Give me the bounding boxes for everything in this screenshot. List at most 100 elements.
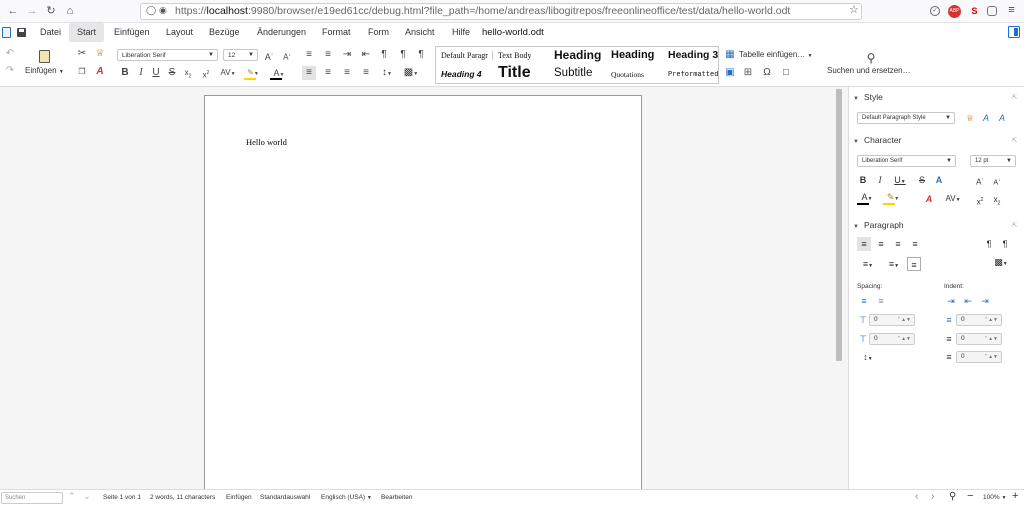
- document-title[interactable]: hello-world.odt: [482, 23, 544, 42]
- menu-datei[interactable]: Datei: [37, 23, 64, 42]
- more-options-icon[interactable]: ⇱: [1012, 94, 1017, 101]
- sidebar-character-spacing-icon[interactable]: AV▼: [942, 192, 964, 206]
- menu-layout[interactable]: Layout: [163, 23, 196, 42]
- font-name-dropdown[interactable]: Liberation Serif ▼: [117, 49, 218, 61]
- line-spacing-icon[interactable]: ↕▼: [857, 350, 879, 364]
- insert-mode[interactable]: Einfügen: [226, 494, 252, 501]
- zoom-search-icon[interactable]: ⚲: [949, 491, 956, 502]
- indent-first-input[interactable]: 0 " ▲▼: [956, 351, 1002, 363]
- insert-image-icon[interactable]: ▣: [723, 66, 737, 80]
- menu-einfuegen[interactable]: Einfügen: [111, 23, 153, 42]
- sidebar-shadow-icon[interactable]: A: [932, 173, 946, 187]
- insert-table-button[interactable]: Tabelle einfügen… ▼: [739, 50, 812, 59]
- clone-formatting-icon[interactable]: ♕: [93, 47, 107, 61]
- bookmark-star-icon[interactable]: ☆: [849, 3, 859, 16]
- style-subtitle[interactable]: Subtitle: [554, 67, 592, 79]
- sidebar-ltr-icon[interactable]: ¶: [982, 237, 996, 251]
- document-page[interactable]: [204, 95, 642, 495]
- menu-hamburger-icon[interactable]: ≡: [1005, 4, 1018, 17]
- sidebar-superscript-icon[interactable]: x2: [973, 193, 987, 207]
- sidebar-highlight-icon[interactable]: ✎▼: [882, 190, 904, 204]
- indent-after-input[interactable]: 0 " ▲▼: [956, 333, 1002, 345]
- sidebar-font-size-dropdown[interactable]: 12 pt ▼: [970, 155, 1016, 167]
- sidebar-background-color-icon[interactable]: ▩▼: [990, 255, 1012, 269]
- grow-font-icon[interactable]: A↑: [262, 48, 276, 62]
- sidebar-align-left-icon[interactable]: ≡: [857, 237, 871, 251]
- menu-format[interactable]: Format: [319, 23, 354, 42]
- sidebar-outline-icon[interactable]: ≡: [907, 257, 921, 271]
- vertical-scrollbar[interactable]: [836, 89, 842, 361]
- search-input[interactable]: Suchen: [1, 492, 63, 504]
- underline-icon[interactable]: U: [149, 66, 163, 80]
- spacing-below-input[interactable]: 0 " ▲▼: [869, 333, 915, 345]
- numbering-icon[interactable]: ≡: [321, 48, 335, 62]
- decrease-indent-icon[interactable]: ⇤: [961, 294, 975, 308]
- more-options-icon[interactable]: ⇱: [1012, 222, 1017, 229]
- sidebar-align-right-icon[interactable]: ≡: [891, 237, 905, 251]
- sidebar-subscript-icon[interactable]: x2: [990, 193, 1004, 207]
- save-icon[interactable]: [17, 28, 26, 37]
- align-left-icon[interactable]: ≡: [302, 66, 316, 80]
- paragraph-section-header[interactable]: ▼ Paragraph: [853, 220, 904, 230]
- character-spacing-icon[interactable]: AV▼: [218, 66, 238, 80]
- align-center-icon[interactable]: ≡: [321, 66, 335, 80]
- insert-comment-icon[interactable]: □: [779, 66, 793, 80]
- extension-s-icon[interactable]: S: [968, 5, 981, 18]
- special-character-icon[interactable]: Ω: [760, 66, 774, 80]
- sidebar-font-color-icon[interactable]: A▼: [856, 190, 878, 204]
- copy-icon[interactable]: ❐: [75, 65, 89, 79]
- background-color-icon[interactable]: ▩▼: [401, 66, 421, 80]
- increase-indent-icon[interactable]: ⇥: [340, 48, 354, 62]
- address-bar[interactable]: https://localhost:9980/browser/e19ed61cc…: [140, 3, 862, 20]
- reload-icon[interactable]: ↻: [43, 3, 59, 19]
- style-default-paragraph[interactable]: Default Paragr: [441, 51, 493, 60]
- bold-icon[interactable]: B: [118, 66, 132, 80]
- sidebar-clear-formatting-icon[interactable]: A: [922, 192, 936, 206]
- increase-spacing-icon[interactable]: ≡: [857, 294, 871, 308]
- sidebar-grow-font-icon[interactable]: A↑: [973, 173, 987, 187]
- subscript-icon[interactable]: x2: [181, 66, 195, 80]
- shrink-font-icon[interactable]: A↓: [280, 48, 294, 62]
- back-icon[interactable]: ←: [5, 3, 21, 19]
- edit-mode[interactable]: Bearbeiten: [381, 494, 412, 501]
- style-text-body[interactable]: Text Body: [498, 51, 531, 60]
- sidebar-bullets-icon[interactable]: ≡▼: [857, 257, 879, 271]
- menu-bezuege[interactable]: Bezüge: [206, 23, 243, 42]
- decrease-spacing-icon[interactable]: ≡: [874, 294, 888, 308]
- search-replace-icon[interactable]: ⚲: [864, 51, 878, 65]
- style-heading-4[interactable]: Heading 4: [441, 69, 482, 79]
- search-replace-button[interactable]: Suchen und ersetzen…: [827, 66, 911, 75]
- sidebar-italic-icon[interactable]: I: [873, 173, 887, 187]
- zoom-in-icon[interactable]: +: [1012, 490, 1018, 502]
- sidebar-numbering-icon[interactable]: ≡▼: [883, 257, 905, 271]
- zoom-level[interactable]: 100% ▼: [983, 494, 1006, 501]
- selection-mode[interactable]: Standardauswahl: [260, 494, 310, 501]
- adblock-icon[interactable]: ABP: [948, 5, 961, 18]
- sidebar-underline-icon[interactable]: U▼: [890, 173, 910, 187]
- search-up-icon[interactable]: ⌃: [68, 491, 76, 502]
- style-title[interactable]: Title: [498, 64, 531, 82]
- character-section-header[interactable]: ▼ Character: [853, 135, 901, 145]
- update-style-icon[interactable]: A: [995, 111, 1009, 125]
- clear-formatting-icon[interactable]: A: [93, 65, 107, 79]
- ltr-paragraph-icon[interactable]: ¶: [396, 48, 410, 62]
- formatting-marks-icon[interactable]: ¶: [377, 48, 391, 62]
- sidebar-toggle-icon[interactable]: [1008, 26, 1020, 38]
- style-heading-2[interactable]: Heading: [611, 49, 659, 61]
- paragraph-style-dropdown[interactable]: Default Paragraph Style ▼: [857, 112, 955, 124]
- style-heading-3[interactable]: Heading 3: [668, 49, 718, 61]
- italic-icon[interactable]: I: [134, 66, 148, 80]
- format-paintbrush-icon[interactable]: ♕: [963, 111, 977, 125]
- align-right-icon[interactable]: ≡: [340, 66, 354, 80]
- increase-indent-icon[interactable]: ⇥: [944, 294, 958, 308]
- forward-icon[interactable]: →: [24, 3, 40, 19]
- sidebar-align-center-icon[interactable]: ≡: [874, 237, 888, 251]
- lock-icon[interactable]: ◉: [159, 5, 167, 16]
- container-icon[interactable]: [987, 6, 997, 16]
- menu-aenderungen[interactable]: Änderungen: [254, 23, 309, 42]
- decrease-indent-icon[interactable]: ⇤: [359, 48, 373, 62]
- insert-chart-icon[interactable]: ⊞: [741, 66, 755, 80]
- style-preformatted[interactable]: Preformatted: [668, 71, 718, 79]
- home-icon[interactable]: ⌂: [62, 3, 78, 19]
- sidebar-bold-icon[interactable]: B: [856, 173, 870, 187]
